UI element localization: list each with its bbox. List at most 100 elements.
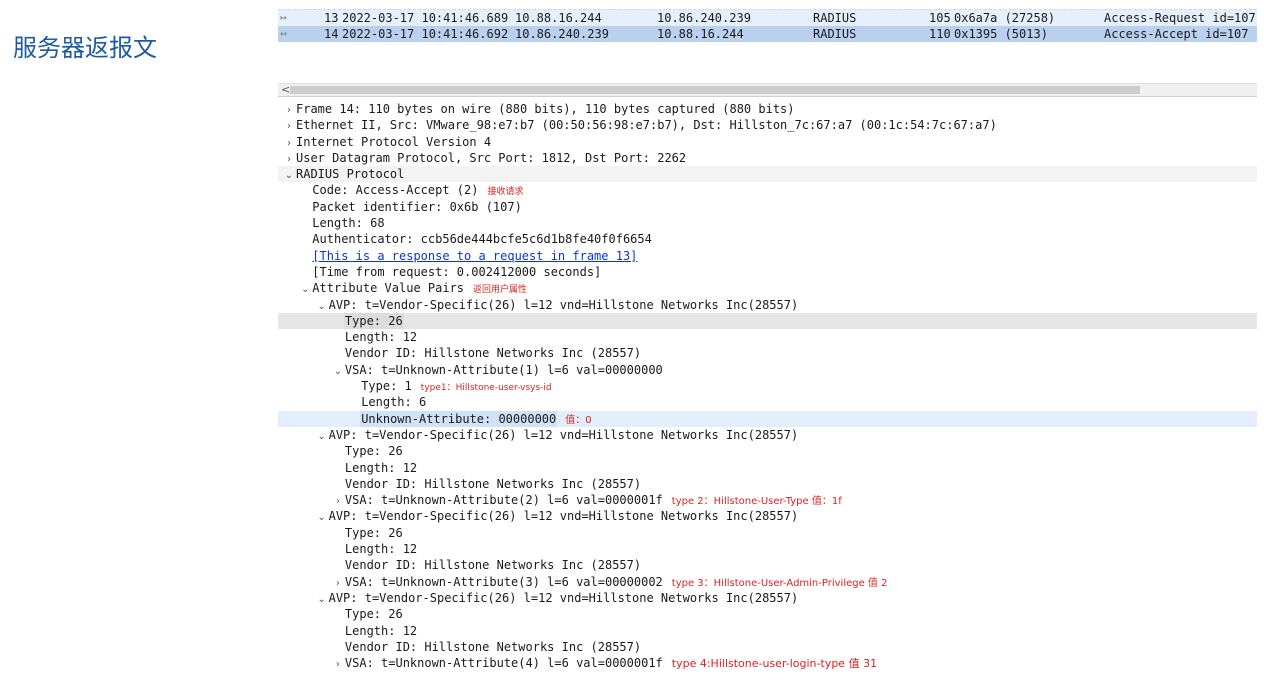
tree-row[interactable]: ⌄ AVP: t=Vendor-Specific(26) l=12 vnd=Hil… — [278, 297, 1257, 313]
tree-row-label: User Datagram Protocol, Src Port: 1812, … — [296, 150, 687, 165]
tree-row[interactable]: › VSA: t=Unknown-Attribute(2) l=6 val=000… — [278, 492, 1257, 508]
tree-row[interactable]: Vendor ID: Hillstone Networks Inc (28557… — [278, 557, 1257, 573]
tree-row-label: Vendor ID: Hillstone Networks Inc (28557… — [344, 476, 642, 491]
packet-destination: 10.88.16.244 — [657, 27, 744, 41]
tree-row[interactable]: ⌄ AVP: t=Vendor-Specific(26) l=12 vnd=Hil… — [278, 508, 1257, 524]
tree-row-label: Ethernet II, Src: VMware_98:e7:b7 (00:50… — [296, 118, 997, 133]
annotation-note: type1：Hillstone-user-vsys-id — [420, 383, 552, 394]
tree-row-label: Length: 12 — [344, 623, 418, 638]
tree-row-label: Length: 12 — [344, 542, 418, 557]
horizontal-scrollbar[interactable]: < — [278, 83, 1257, 97]
tree-row-label: Authenticator: ccb56de444bcfe5c6d1b8fe40… — [312, 232, 652, 247]
packet-ip-id: 0x1395 (5013) — [954, 27, 1048, 41]
packet-info: Access-Accept id=107 — [1104, 27, 1249, 41]
scrollbar-thumb[interactable] — [290, 86, 1140, 94]
tree-row[interactable]: Type: 26 — [278, 443, 1257, 459]
tree-row-label: Type: 1 — [361, 379, 412, 394]
tree-row[interactable]: › Frame 14: 110 bytes on wire (880 bits),… — [278, 101, 1257, 117]
tree-row[interactable]: Type: 26 — [278, 312, 1257, 330]
tree-row[interactable]: Length: 12 — [278, 541, 1257, 557]
tree-row[interactable]: ⌄ Attribute Value Pairs 返回用户属性 — [278, 280, 1257, 296]
tree-row-label: Attribute Value Pairs — [312, 281, 465, 296]
tree-row[interactable]: › Internet Protocol Version 4 — [278, 134, 1257, 150]
tree-row-label: Type: 26 — [344, 525, 403, 540]
tree-row[interactable]: Length: 12 — [278, 460, 1257, 476]
response-arrow-icon: ↤ — [280, 27, 287, 40]
annotation-note: type 3：Hillstone-User-Admin-Privilege 值 … — [671, 577, 888, 589]
tree-row[interactable]: Unknown-Attribute: 00000000 值：0 — [278, 410, 1257, 427]
request-arrow-icon: ↦ — [280, 11, 287, 24]
tree-row-label: AVP: t=Vendor-Specific(26) l=12 vnd=Hill… — [328, 427, 799, 442]
tree-row[interactable]: Type: 26 — [278, 525, 1257, 541]
tree-row[interactable]: ⌄ AVP: t=Vendor-Specific(26) l=12 vnd=Hil… — [278, 590, 1257, 606]
tree-row-label: VSA: t=Unknown-Attribute(1) l=6 val=0000… — [344, 362, 663, 377]
tree-row[interactable]: [Time from request: 0.002412000 seconds] — [278, 264, 1257, 280]
tree-row-label: Length: 6 — [361, 395, 427, 410]
tree-row[interactable]: › VSA: t=Unknown-Attribute(4) l=6 val=000… — [278, 655, 1257, 671]
annotation-note: 值：0 — [565, 414, 592, 426]
tree-row[interactable]: Type: 1 type1：Hillstone-user-vsys-id — [278, 378, 1257, 394]
tree-row-label: Internet Protocol Version 4 — [296, 134, 492, 149]
tree-row-label: Type: 26 — [344, 607, 403, 622]
tree-row[interactable]: Vendor ID: Hillstone Networks Inc (28557… — [278, 639, 1257, 655]
annotation-note: 返回用户属性 — [473, 285, 528, 296]
tree-row-label: Length: 12 — [344, 460, 418, 475]
packet-source: 10.88.16.244 — [515, 11, 602, 25]
tree-row[interactable]: Length: 6 — [278, 394, 1257, 410]
tree-row[interactable]: Length: 12 — [278, 623, 1257, 639]
tree-row[interactable]: › User Datagram Protocol, Src Port: 1812,… — [278, 150, 1257, 166]
tree-row[interactable]: ⌄ VSA: t=Unknown-Attribute(1) l=6 val=000… — [278, 362, 1257, 378]
tree-row-label: Length: 12 — [344, 330, 418, 345]
packet-details-tree: › Frame 14: 110 bytes on wire (880 bits),… — [278, 101, 1257, 671]
tree-row-label: Type: 26 — [343, 312, 404, 330]
tree-row[interactable]: › VSA: t=Unknown-Attribute(3) l=6 val=000… — [278, 574, 1257, 590]
tree-row-label: VSA: t=Unknown-Attribute(4) l=6 val=0000… — [344, 656, 663, 671]
packet-row[interactable]: ↦ 13 2022-03-17 10:41:46.689 10.88.16.24… — [278, 9, 1257, 26]
tree-row[interactable]: Length: 68 — [278, 215, 1257, 231]
packet-info: Access-Request id=107 — [1104, 11, 1256, 25]
packet-no: 14 — [324, 27, 339, 41]
tree-row-label: VSA: t=Unknown-Attribute(3) l=6 val=0000… — [344, 574, 663, 589]
annotation-note: type 4:Hillstone-user-login-type 值 31 — [671, 657, 878, 671]
packet-time: 2022-03-17 10:41:46.692 — [342, 27, 509, 41]
packet-row-selected[interactable]: ↤ 14 2022-03-17 10:41:46.692 10.86.240.2… — [278, 26, 1257, 42]
frame-link[interactable]: [This is a response to a request in fram… — [311, 248, 638, 264]
tree-row[interactable]: Vendor ID: Hillstone Networks Inc (28557… — [278, 476, 1257, 492]
tree-row[interactable]: Type: 26 — [278, 606, 1257, 622]
scroll-left-icon[interactable]: < — [281, 83, 290, 96]
tree-row-label: AVP: t=Vendor-Specific(26) l=12 vnd=Hill… — [328, 590, 799, 605]
packet-ip-id: 0x6a7a (27258) — [954, 11, 1056, 25]
tree-row[interactable]: Length: 12 — [278, 329, 1257, 345]
tree-row-label: AVP: t=Vendor-Specific(26) l=12 vnd=Hill… — [328, 509, 799, 524]
packet-length: 105 — [929, 11, 951, 25]
tree-row-label: AVP: t=Vendor-Specific(26) l=12 vnd=Hill… — [328, 297, 799, 312]
packet-length: 110 — [929, 27, 951, 41]
tree-row-label: RADIUS Protocol — [296, 167, 405, 182]
tree-row[interactable]: Code: Access-Accept (2) 接收请求 — [278, 182, 1257, 198]
tree-row-label: Type: 26 — [344, 444, 403, 459]
tree-row[interactable]: Vendor ID: Hillstone Networks Inc (28557… — [278, 345, 1257, 361]
tree-row[interactable]: ⌄ AVP: t=Vendor-Specific(26) l=12 vnd=Hil… — [278, 427, 1257, 443]
tree-row-label: Vendor ID: Hillstone Networks Inc (28557… — [344, 346, 642, 361]
packet-time: 2022-03-17 10:41:46.689 — [342, 11, 509, 25]
tree-row-label: Packet identifier: 0x6b (107) — [312, 199, 522, 214]
tree-row[interactable]: Packet identifier: 0x6b (107) — [278, 199, 1257, 215]
annotation-note: type 2：Hillstone-User-Type 值：1f — [671, 496, 842, 508]
tree-row[interactable]: [This is a response to a request in fram… — [278, 248, 1257, 264]
packet-protocol: RADIUS — [813, 27, 857, 41]
tree-row-label: Code: Access-Accept (2) — [312, 183, 479, 198]
tree-row-label: Vendor ID: Hillstone Networks Inc (28557… — [344, 558, 642, 573]
tree-row-label: Length: 68 — [312, 216, 385, 231]
packet-destination: 10.86.240.239 — [657, 11, 751, 25]
tree-row-label: Frame 14: 110 bytes on wire (880 bits), … — [296, 102, 795, 116]
expand-arrow-icon[interactable]: › — [332, 657, 344, 673]
tree-row-label: VSA: t=Unknown-Attribute(2) l=6 val=0000… — [344, 493, 663, 508]
tree-row[interactable]: Authenticator: ccb56de444bcfe5c6d1b8fe40… — [278, 231, 1257, 247]
tree-row[interactable]: › Ethernet II, Src: VMware_98:e7:b7 (00:5… — [278, 117, 1257, 133]
packet-source: 10.86.240.239 — [515, 27, 609, 41]
packet-protocol: RADIUS — [813, 11, 857, 25]
packet-no: 13 — [324, 11, 339, 25]
slide-title: 服务器返报文 — [13, 34, 157, 62]
tree-row[interactable]: ⌄ RADIUS Protocol — [278, 166, 1257, 183]
tree-row-label: Unknown-Attribute: 00000000 — [360, 410, 558, 427]
